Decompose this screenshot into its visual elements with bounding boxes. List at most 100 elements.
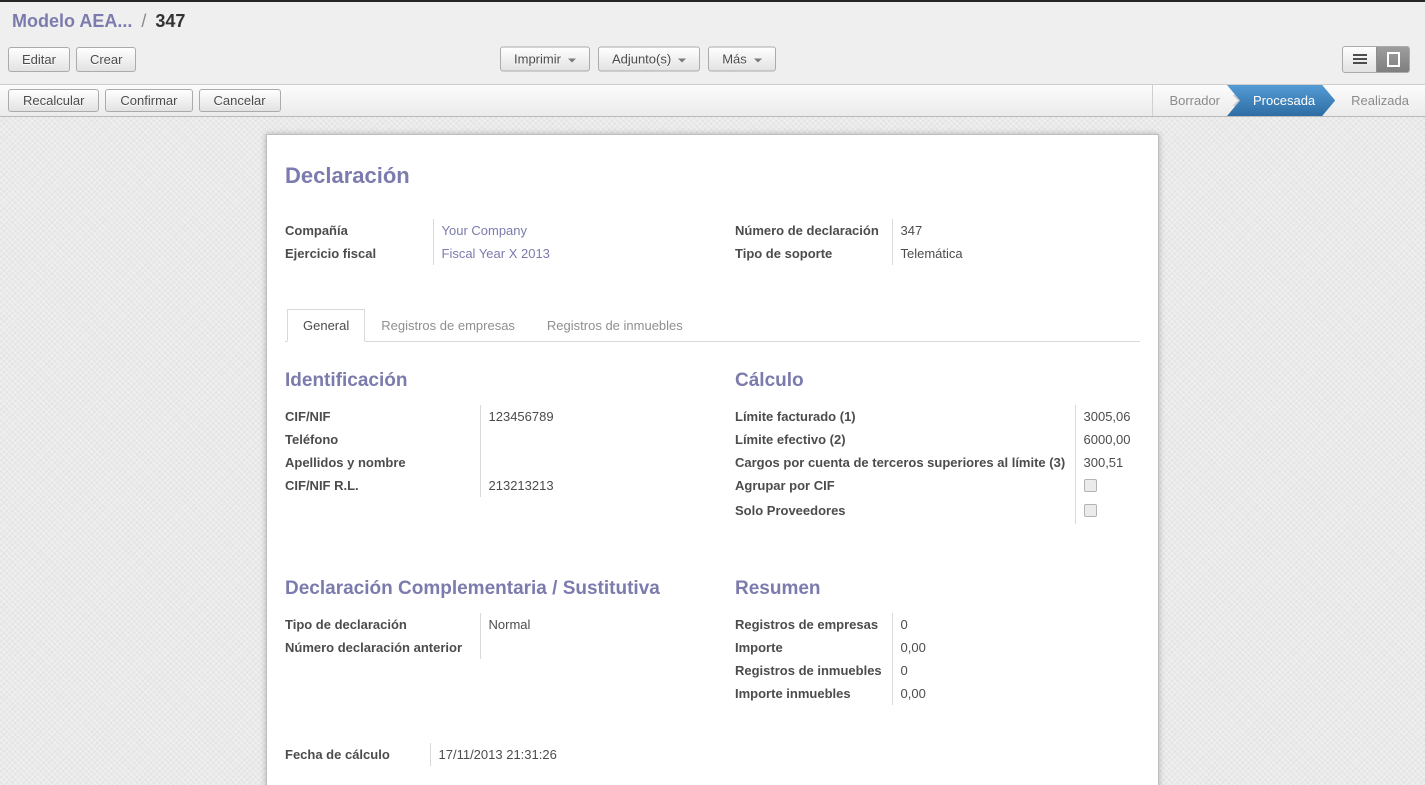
field-label-numero-declaracion-anterior: Número declaración anterior <box>285 636 480 659</box>
field-row: Número de declaración 347 <box>735 219 1142 242</box>
more-label: Más <box>722 52 747 67</box>
form-sheet: Declaración Compañía Your Company Ejerci… <box>266 134 1159 785</box>
field-row: Cargos por cuenta de terceros superiores… <box>735 451 1142 474</box>
print-dropdown-button[interactable]: Imprimir <box>500 47 590 72</box>
form-view-icon <box>1387 52 1400 67</box>
field-row: Tipo de soporte Telemática <box>735 242 1142 265</box>
identificacion-fields: CIF/NIF 123456789 Teléfono Apellidos y n… <box>285 405 717 497</box>
field-value-cif-nif-rl: 213213213 <box>480 474 717 497</box>
field-label-cif-nif: CIF/NIF <box>285 405 480 428</box>
create-button[interactable]: Crear <box>76 47 137 72</box>
status-borrador[interactable]: Borrador <box>1153 93 1236 108</box>
confirm-button[interactable]: Confirmar <box>105 89 192 112</box>
form-toolbar: Recalcular Confirmar Cancelar Borrador P… <box>0 84 1425 117</box>
field-label-ejercicio-fiscal: Ejercicio fiscal <box>285 242 433 265</box>
field-label-limite-efectivo: Límite efectivo (2) <box>735 428 1075 451</box>
top-header: Modelo AEA... / 347 Editar Crear Imprimi… <box>0 2 1425 84</box>
field-label-solo-proveedores: Solo Proveedores <box>735 499 1075 524</box>
field-row: Límite efectivo (2) 6000,00 <box>735 428 1142 451</box>
tab-general-content: Identificación CIF/NIF 123456789 Teléfon… <box>285 342 1140 766</box>
field-value-fecha-calculo: 17/11/2013 21:31:26 <box>430 743 727 766</box>
field-value-registros-inmuebles: 0 <box>892 659 1075 682</box>
field-value-importe-inmuebles: 0,00 <box>892 682 1075 705</box>
field-label-numero-declaracion: Número de declaración <box>735 219 892 242</box>
field-value-limite-facturado: 3005,06 <box>1075 405 1142 428</box>
calculo-title: Cálculo <box>735 370 1142 392</box>
field-value-apellidos-nombre <box>480 451 717 474</box>
field-label-tipo-declaracion: Tipo de declaración <box>285 613 480 636</box>
main-content-area: Declaración Compañía Your Company Ejerci… <box>0 117 1425 785</box>
field-value-solo-proveedores <box>1075 499 1142 524</box>
breadcrumb-parent-link[interactable]: Modelo AEA... <box>12 11 132 31</box>
field-value-numero-declaracion: 347 <box>892 219 1142 242</box>
field-value-tipo-soporte: Telemática <box>892 242 1142 265</box>
cancel-button[interactable]: Cancelar <box>199 89 281 112</box>
field-value-ejercicio-fiscal-link[interactable]: Fiscal Year X 2013 <box>433 242 727 265</box>
field-row: Importe 0,00 <box>735 636 1075 659</box>
field-row: Importe inmuebles 0,00 <box>735 682 1075 705</box>
field-row: Apellidos y nombre <box>285 451 717 474</box>
field-label-telefono: Teléfono <box>285 428 480 451</box>
field-value-importe: 0,00 <box>892 636 1075 659</box>
section-row-1: Identificación CIF/NIF 123456789 Teléfon… <box>285 370 1140 524</box>
identificacion-section: Identificación CIF/NIF 123456789 Teléfon… <box>285 370 735 524</box>
agrupar-por-cif-checkbox[interactable] <box>1084 479 1097 492</box>
breadcrumb: Modelo AEA... / 347 <box>0 2 1425 34</box>
top-left-fields: Compañía Your Company Ejercicio fiscal F… <box>285 219 727 265</box>
field-label-agrupar-por-cif: Agrupar por CIF <box>735 474 1075 499</box>
list-view-button[interactable] <box>1343 47 1376 72</box>
field-row: Compañía Your Company <box>285 219 727 242</box>
field-value-compania-link[interactable]: Your Company <box>433 219 727 242</box>
status-procesada-active[interactable]: Procesada <box>1227 85 1335 116</box>
field-value-registros-empresas: 0 <box>892 613 1075 636</box>
attachments-label: Adjunto(s) <box>612 52 671 67</box>
field-value-tipo-declaracion: Normal <box>480 613 717 636</box>
calculo-section: Cálculo Límite facturado (1) 3005,06 Lím… <box>735 370 1142 524</box>
field-row: Ejercicio fiscal Fiscal Year X 2013 <box>285 242 727 265</box>
caret-down-icon <box>568 58 576 62</box>
attachments-dropdown-button[interactable]: Adjunto(s) <box>598 47 700 72</box>
field-row: Registros de empresas 0 <box>735 613 1075 636</box>
field-row: Agrupar por CIF <box>735 474 1142 499</box>
status-realizada[interactable]: Realizada <box>1335 93 1425 108</box>
field-row: CIF/NIF R.L. 213213213 <box>285 474 717 497</box>
field-row: Teléfono <box>285 428 717 451</box>
field-row: CIF/NIF 123456789 <box>285 405 717 428</box>
tab-general[interactable]: General <box>287 309 365 342</box>
field-value-cif-nif: 123456789 <box>480 405 717 428</box>
resumen-section: Resumen Registros de empresas 0 Importe … <box>735 578 1140 705</box>
form-title: Declaración <box>285 163 1140 189</box>
more-dropdown-button[interactable]: Más <box>708 47 776 72</box>
complementaria-title: Declaración Complementaria / Sustitutiva <box>285 578 735 600</box>
breadcrumb-separator: / <box>137 11 150 31</box>
field-label-registros-empresas: Registros de empresas <box>735 613 892 636</box>
tab-registros-empresas[interactable]: Registros de empresas <box>365 309 531 342</box>
field-row: Registros de inmuebles 0 <box>735 659 1075 682</box>
field-row: Solo Proveedores <box>735 499 1142 524</box>
print-label: Imprimir <box>514 52 561 67</box>
recalculate-button[interactable]: Recalcular <box>8 89 99 112</box>
view-switcher <box>1342 46 1410 73</box>
notebook-tabbar: General Registros de empresas Registros … <box>285 309 1140 342</box>
solo-proveedores-checkbox[interactable] <box>1084 504 1097 517</box>
field-row: Límite facturado (1) 3005,06 <box>735 405 1142 428</box>
field-label-registros-inmuebles: Registros de inmuebles <box>735 659 892 682</box>
list-view-icon <box>1353 54 1367 64</box>
field-label-apellidos-nombre: Apellidos y nombre <box>285 451 480 474</box>
top-right-fields: Número de declaración 347 Tipo de soport… <box>735 219 1142 265</box>
field-value-agrupar-por-cif <box>1075 474 1142 499</box>
field-row: Tipo de declaración Normal <box>285 613 717 636</box>
field-label-compania: Compañía <box>285 219 433 242</box>
field-label-cargos-terceros: Cargos por cuenta de terceros superiores… <box>735 451 1075 474</box>
calculo-fields: Límite facturado (1) 3005,06 Límite efec… <box>735 405 1142 524</box>
breadcrumb-current: 347 <box>155 11 185 31</box>
edit-button[interactable]: Editar <box>8 47 70 72</box>
field-value-cargos-terceros: 300,51 <box>1075 451 1142 474</box>
form-view-button[interactable] <box>1376 47 1409 72</box>
resumen-fields: Registros de empresas 0 Importe 0,00 Reg… <box>735 613 1075 705</box>
caret-down-icon <box>754 58 762 62</box>
tab-registros-inmuebles[interactable]: Registros de inmuebles <box>531 309 699 342</box>
identificacion-title: Identificación <box>285 370 735 392</box>
field-value-limite-efectivo: 6000,00 <box>1075 428 1142 451</box>
field-row: Número declaración anterior <box>285 636 717 659</box>
